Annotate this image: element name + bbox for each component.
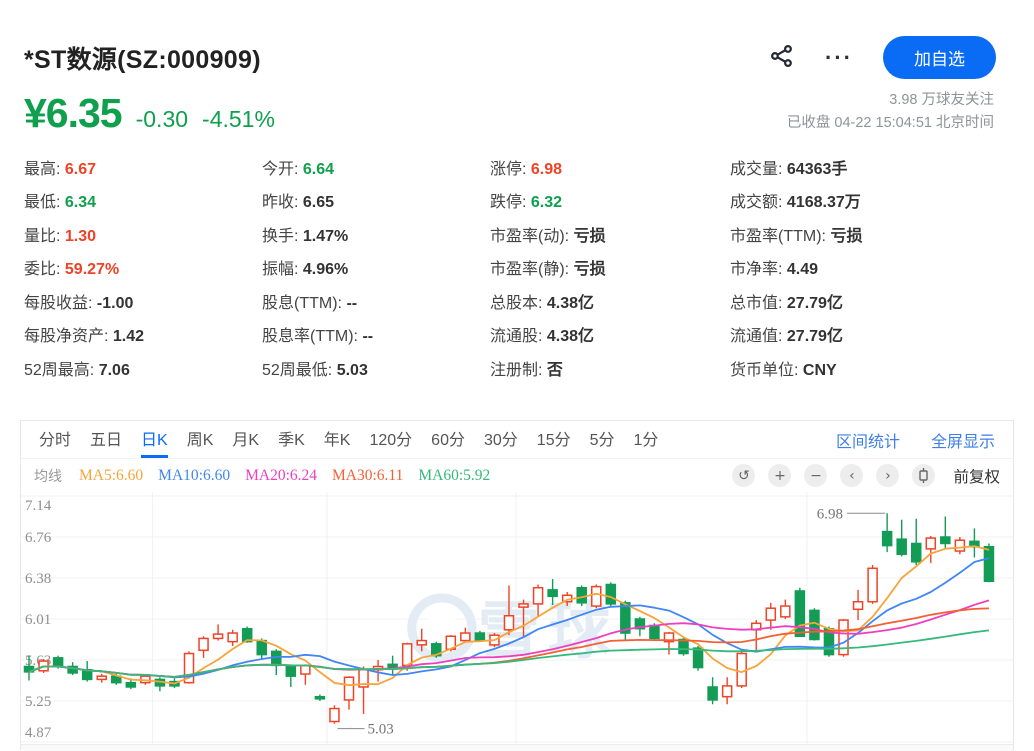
svg-text:4.87: 4.87 xyxy=(25,725,52,741)
ma-legend-items: MA5:6.60 MA10:6.60 MA20:6.24 MA30:6.11 MA60:… xyxy=(79,467,505,485)
stat-市盈率(动): 市盈率(动): 亏损 xyxy=(490,222,730,246)
current-price: ¥6.35 xyxy=(24,90,122,137)
stat-股息率(TTM): 股息率(TTM): -- xyxy=(262,322,490,346)
page-title: *ST数源(SZ:000909) xyxy=(24,40,261,76)
stat-市盈率(TTM): 市盈率(TTM): 亏损 xyxy=(730,222,1010,246)
stat-成交量: 成交量: 64363手 xyxy=(730,155,1010,179)
header-actions: ··· 加自选 xyxy=(769,36,996,79)
pan-left-button[interactable]: ‹ xyxy=(840,464,863,487)
stat-注册制: 注册制: 否 xyxy=(490,356,730,380)
chart-card: 分时五日日K周K月K季K年K120分60分30分15分5分1分区间统计全屏显示 … xyxy=(20,420,1014,750)
stat-总股本: 总股本: 4.38亿 xyxy=(490,289,730,313)
share-button[interactable] xyxy=(769,43,795,72)
pan-right-button[interactable]: › xyxy=(876,464,899,487)
zoom-out-button[interactable]: − xyxy=(804,464,827,487)
svg-text:5.25: 5.25 xyxy=(25,694,51,710)
tab-分时[interactable]: 分时 xyxy=(39,421,71,458)
svg-text:6.76: 6.76 xyxy=(25,530,52,546)
tab-30分[interactable]: 30分 xyxy=(484,421,518,458)
quote-meta: 3.98 万球友关注 已收盘 04-22 15:04:51 北京时间 xyxy=(787,89,994,137)
stat-成交额: 成交额: 4168.37万 xyxy=(730,188,1010,212)
candlestick-icon xyxy=(918,468,929,483)
tab-15分[interactable]: 15分 xyxy=(537,421,571,458)
ellipsis-icon: ··· xyxy=(825,53,853,63)
chart-links: 区间统计 全屏显示 xyxy=(836,428,995,452)
candle-style-button[interactable] xyxy=(912,464,935,487)
tab-年K[interactable]: 年K xyxy=(324,421,351,458)
tab-季K[interactable]: 季K xyxy=(278,421,305,458)
ma-legend-10: MA10:6.60 xyxy=(158,467,230,484)
period-tabs: 分时五日日K 周K 月K 季K 年K 120分 60分 30分 15分 5分 1分 区间统计 全屏显示 xyxy=(21,421,1013,459)
stat-股息(TTM): 股息(TTM): -- xyxy=(262,289,490,313)
stat-每股收益: 每股收益: -1.00 xyxy=(24,289,262,313)
zoom-in-button[interactable]: + xyxy=(768,464,791,487)
svg-text:6.98: 6.98 xyxy=(817,506,843,522)
kline-chart[interactable]: 7.146.766.386.015.635.254.87雪球6.985.03 xyxy=(21,492,1013,744)
price-change-percent: -4.51% xyxy=(202,106,275,133)
add-watchlist-button[interactable]: 加自选 xyxy=(883,36,996,79)
tab-120分[interactable]: 120分 xyxy=(369,421,412,458)
kline-chart-area[interactable]: 7.146.766.386.015.635.254.87雪球6.985.03 xyxy=(21,492,1013,744)
price-change: -0.30 xyxy=(136,106,188,133)
adjust-mode-label[interactable]: 前复权 xyxy=(953,465,1000,487)
stat-流通股: 流通股: 4.38亿 xyxy=(490,322,730,346)
svg-text:7.14: 7.14 xyxy=(25,498,52,514)
svg-text:雪球: 雪球 xyxy=(478,597,618,666)
chart-toolbar: ↺ + − ‹ › 前复权 xyxy=(732,464,1000,487)
stat-跌停: 跌停: 6.32 xyxy=(490,188,730,212)
svg-text:6.38: 6.38 xyxy=(25,571,51,587)
stat-市净率: 市净率: 4.49 xyxy=(730,255,1010,279)
stat-昨收: 昨收: 6.65 xyxy=(262,188,490,212)
reset-zoom-button[interactable]: ↺ xyxy=(732,464,755,487)
ma-legend-row: 均线 MA5:6.60MA10:6.60MA20:6.24MA30:6.11MA… xyxy=(21,459,1013,492)
link-区间统计[interactable]: 区间统计 xyxy=(836,428,900,452)
tab-60分[interactable]: 60分 xyxy=(431,421,465,458)
ma-legend-5: MA5:6.60 xyxy=(79,467,143,484)
stat-量比: 量比: 1.30 xyxy=(24,222,262,246)
quote-row: ¥6.35 -0.30 -4.51% 3.98 万球友关注 已收盘 04-22 … xyxy=(0,79,1034,137)
tab-日K[interactable]: 日K xyxy=(141,421,168,458)
more-button[interactable]: ··· xyxy=(825,53,853,63)
stat-委比: 委比: 59.27% xyxy=(24,255,262,279)
svg-text:6.01: 6.01 xyxy=(25,612,51,628)
ma-legend-60: MA60:5.92 xyxy=(418,467,490,484)
svg-text:5.03: 5.03 xyxy=(368,722,394,738)
tab-1分[interactable]: 1分 xyxy=(634,421,659,458)
stat-总市值: 总市值: 27.79亿 xyxy=(730,289,1010,313)
stat-市盈率(静): 市盈率(静): 亏损 xyxy=(490,255,730,279)
ma-legend-30: MA30:6.11 xyxy=(332,467,403,484)
stat-振幅: 振幅: 4.96% xyxy=(262,255,490,279)
tab-五日[interactable]: 五日 xyxy=(90,421,122,458)
tab-周K[interactable]: 周K xyxy=(187,421,214,458)
header: *ST数源(SZ:000909) ··· 加自选 xyxy=(0,0,1034,79)
stats-grid: 最高: 6.67 最低: 6.34 量比: 1.30 委比: 59.27% 每股收益: … xyxy=(0,137,1034,385)
stat-货币单位: 货币单位: CNY xyxy=(730,356,1010,380)
ma-legend-title: 均线 xyxy=(34,466,62,486)
followers-count: 3.98 万球友关注 xyxy=(787,89,994,112)
share-icon xyxy=(769,43,795,72)
quote-price-group: ¥6.35 -0.30 -4.51% xyxy=(24,90,275,137)
stat-最低: 最低: 6.34 xyxy=(24,188,262,212)
stat-最高: 最高: 6.67 xyxy=(24,155,262,179)
stat-换手: 换手: 1.47% xyxy=(262,222,490,246)
link-全屏显示[interactable]: 全屏显示 xyxy=(931,428,995,452)
stock-quote-page: *ST数源(SZ:000909) ··· 加自选 ¥6.35 -0.30 -4.… xyxy=(0,0,1034,385)
stat-涨停: 涨停: 6.98 xyxy=(490,155,730,179)
stat-今开: 今开: 6.64 xyxy=(262,155,490,179)
stat-52周最高: 52周最高: 7.06 xyxy=(24,356,262,380)
market-status: 已收盘 04-22 15:04:51 北京时间 xyxy=(787,112,994,135)
stat-每股净资产: 每股净资产: 1.42 xyxy=(24,322,262,346)
tab-月K[interactable]: 月K xyxy=(232,421,259,458)
stat-52周最低: 52周最低: 5.03 xyxy=(262,356,490,380)
tab-5分[interactable]: 5分 xyxy=(590,421,615,458)
ma-legend-20: MA20:6.24 xyxy=(245,467,317,484)
stat-流通值: 流通值: 27.79亿 xyxy=(730,322,1010,346)
